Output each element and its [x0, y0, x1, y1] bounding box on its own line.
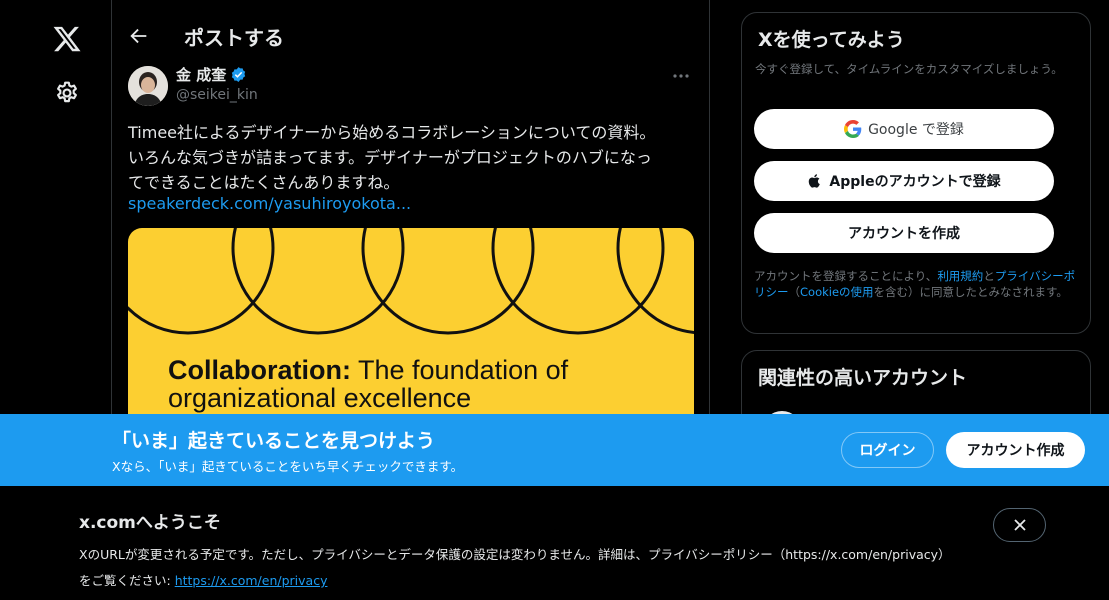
- card-title-line2: organizational excellence: [168, 383, 472, 413]
- tweet-text: Timee社によるデザイナーから始めるコラボレーションについての資料。 いろんな…: [128, 120, 698, 195]
- login-button[interactable]: ログイン: [841, 432, 934, 468]
- signup-box: Xを使ってみよう 今すぐ登録して、タイムラインをカスタマイズしましょう。 Goo…: [741, 12, 1091, 334]
- tweet-text-line: いろんな気づきが詰まってます。デザイナーがプロジェクトのハブになっ: [128, 148, 652, 167]
- apple-icon: [809, 174, 821, 188]
- cookie-use-link[interactable]: Cookieの使用: [800, 285, 874, 299]
- signup-subtitle: 今すぐ登録して、タイムラインをカスタマイズしましょう。: [755, 62, 1063, 76]
- card-title: Collaboration: The foundation of organiz…: [168, 356, 568, 412]
- signup-title: Xを使ってみよう: [758, 29, 905, 51]
- terms-mid: （: [788, 285, 801, 299]
- gear-icon[interactable]: [54, 80, 80, 106]
- create-account-label: アカウントを作成: [848, 226, 960, 242]
- arrow-left-icon[interactable]: [128, 25, 150, 47]
- notice-title: x.comへようこそ: [79, 513, 221, 533]
- author-name[interactable]: 金 成奎: [176, 64, 247, 85]
- terms-pre: アカウントを登録することにより、: [754, 269, 938, 283]
- signup-button[interactable]: アカウント作成: [946, 432, 1085, 468]
- google-signup-button[interactable]: Google で登録: [754, 109, 1054, 149]
- more-options-icon[interactable]: [671, 68, 691, 84]
- terms-of-service-link[interactable]: 利用規約: [937, 269, 983, 283]
- banner-subtitle: Xなら、「いま」起きていることをいち早くチェックできます。: [112, 459, 464, 474]
- author-name-text[interactable]: 金 成奎: [176, 64, 226, 85]
- verified-badge-icon: [232, 67, 246, 82]
- x-logo-icon[interactable]: [52, 24, 82, 54]
- banner-title: 「いま」起きていることを見つけよう: [112, 430, 436, 452]
- apple-signup-button[interactable]: Appleのアカウントで登録: [754, 161, 1054, 201]
- tweet-text-line: Timee社によるデザイナーから始めるコラボレーションについての資料。: [128, 123, 656, 142]
- page-title: ポストする: [184, 26, 284, 50]
- terms-text: アカウントを登録することにより、利用規約とプライバシーポリシー（Cookieの使…: [754, 268, 1084, 300]
- notice-body: XのURLが変更される予定です。ただし、プライバシーとデータ保護の設定は変わりま…: [79, 542, 959, 594]
- close-icon: [1013, 519, 1026, 531]
- avatar[interactable]: [128, 66, 168, 106]
- close-notice-button[interactable]: [993, 508, 1046, 542]
- google-signup-label: Google で登録: [868, 122, 964, 138]
- terms-post: を含む）に同意したとみなされます。: [873, 285, 1068, 299]
- privacy-link[interactable]: https://x.com/en/privacy: [175, 573, 328, 588]
- apple-signup-label: Appleのアカウントで登録: [829, 174, 1001, 190]
- signup-banner: 「いま」起きていることを見つけよう Xなら、「いま」起きていることをいち早くチェ…: [0, 414, 1109, 486]
- card-title-bold: Collaboration:: [168, 355, 351, 385]
- domain-change-notice: x.comへようこそ XのURLが変更される予定です。ただし、プライバシーとデー…: [0, 486, 1109, 600]
- author-handle[interactable]: @seikei_kin: [176, 87, 258, 103]
- create-account-button[interactable]: アカウントを作成: [754, 213, 1054, 253]
- terms-mid: と: [983, 269, 995, 283]
- card-title-rest: The foundation of: [351, 355, 569, 385]
- related-accounts-title: 関連性の高いアカウント: [758, 367, 968, 389]
- google-icon: [844, 120, 862, 138]
- tweet-link[interactable]: speakerdeck.com/yasuhiroyokota...: [128, 194, 411, 213]
- tweet-text-line: てできることはたくさんありますね。: [128, 173, 400, 192]
